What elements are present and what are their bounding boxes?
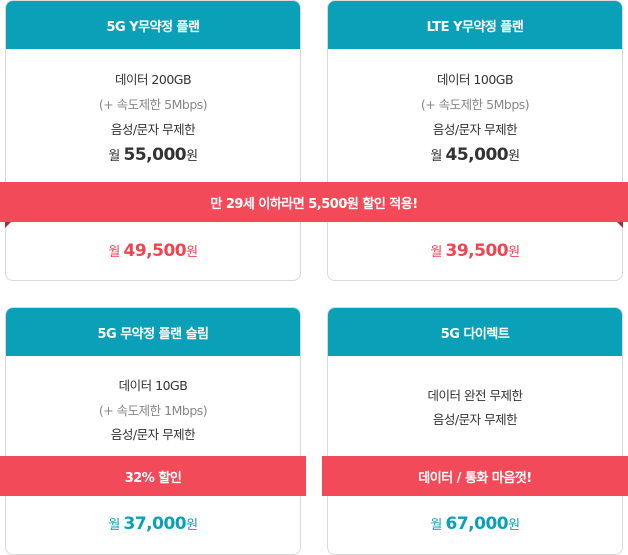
- plan-price: 월 55,000원: [108, 145, 198, 165]
- plan-card-lte-y[interactable]: LTE Y무약정 플랜 데이터 100GB (+ 속도제한 5Mbps) 음성/…: [327, 0, 623, 281]
- plan-data-line: 데이터 완전 무제한: [427, 388, 523, 403]
- plan-speed-line: (+ 속도제한 5Mbps): [420, 97, 530, 112]
- plan-price: 월 67,000원: [430, 514, 520, 534]
- direct-benefit-banner: 데이터 / 통화 마음껏!: [322, 456, 628, 496]
- plan-voice-line: 음성/문자 무제한: [432, 412, 518, 427]
- plan-speed-line: (+ 속도제한 1Mbps): [98, 403, 208, 418]
- plan-discount-price: 월 49,500원: [108, 241, 198, 261]
- plan-title: LTE Y무약정 플랜: [328, 1, 622, 49]
- plan-data-line: 데이터 200GB: [114, 72, 192, 87]
- plan-speed-line: (+ 속도제한 5Mbps): [98, 97, 208, 112]
- plan-price: 월 45,000원: [430, 145, 520, 165]
- banner-fold-right: [617, 222, 623, 228]
- plan-title: 5G 다이렉트: [328, 308, 622, 356]
- plan-voice-line: 음성/문자 무제한: [110, 122, 196, 137]
- plan-card-5g-y[interactable]: 5G Y무약정 플랜 데이터 200GB (+ 속도제한 5Mbps) 음성/문…: [5, 0, 301, 281]
- plan-voice-line: 음성/문자 무제한: [432, 122, 518, 137]
- banner-fold-left: [5, 222, 11, 228]
- plan-title: 5G Y무약정 플랜: [6, 1, 300, 49]
- plan-card-5g-direct[interactable]: 5G 다이렉트 데이터 완전 무제한 음성/문자 무제한 월 67,000원: [327, 307, 623, 555]
- plan-voice-line: 음성/문자 무제한: [110, 427, 196, 442]
- plan-card-5g-slim[interactable]: 5G 무약정 플랜 슬림 데이터 10GB (+ 속도제한 1Mbps) 음성/…: [5, 307, 301, 555]
- plan-discount-price: 월 39,500원: [430, 241, 520, 261]
- plan-title: 5G 무약정 플랜 슬림: [6, 308, 300, 356]
- plan-price: 월 37,000원: [108, 514, 198, 534]
- youth-discount-banner: 만 29세 이하라면 5,500원 할인 적용!: [0, 182, 628, 222]
- plan-data-line: 데이터 100GB: [436, 72, 514, 87]
- slim-discount-banner: 32% 할인: [0, 456, 306, 496]
- plan-data-line: 데이터 10GB: [118, 378, 188, 393]
